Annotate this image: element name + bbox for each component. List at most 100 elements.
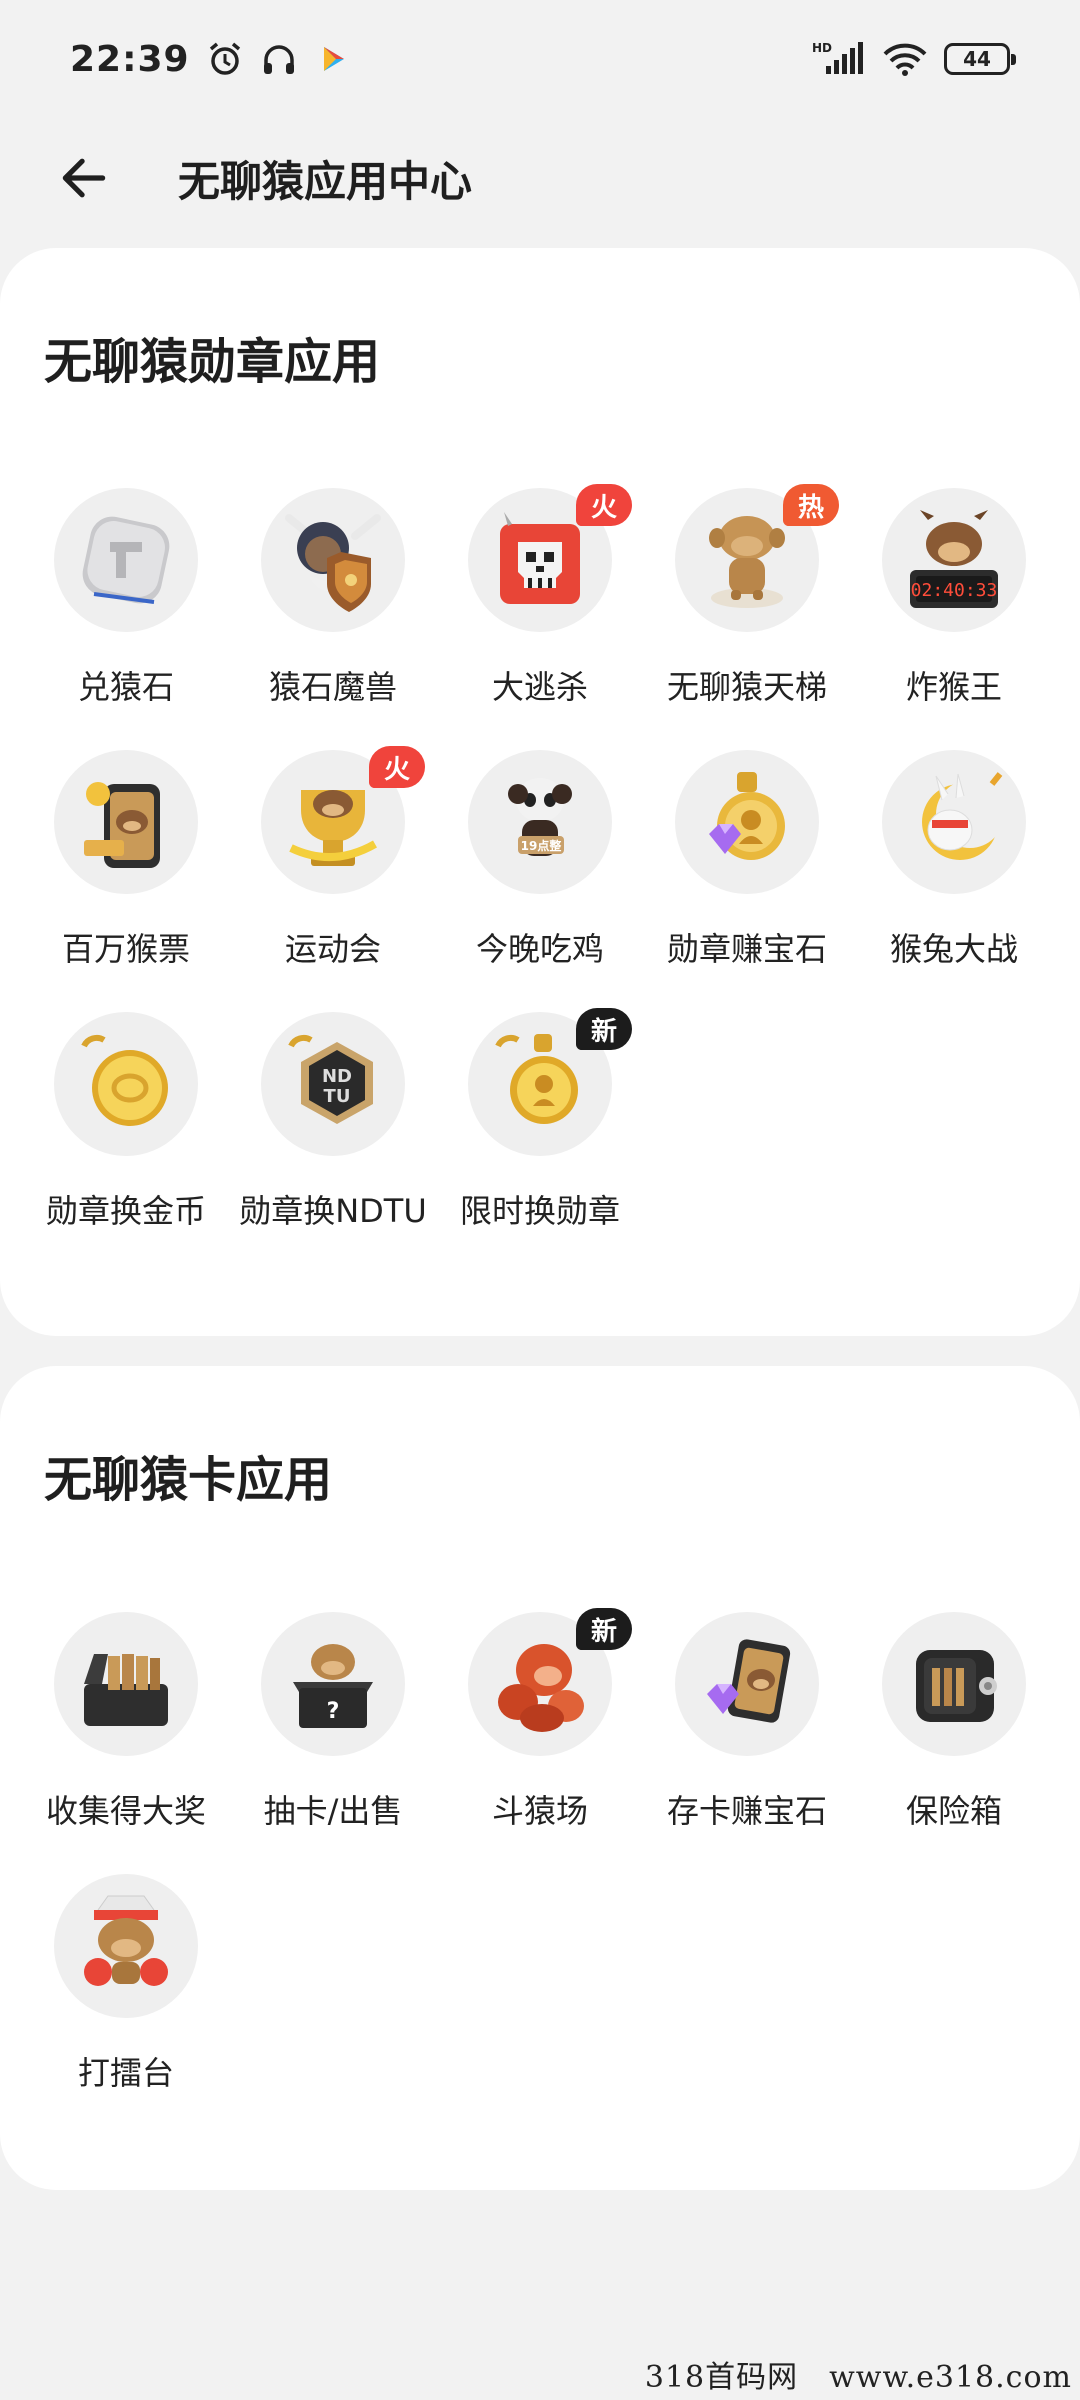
wifi-icon xyxy=(882,40,928,78)
app-icon-bg: 火 xyxy=(468,484,632,632)
app-icon-bg: ND TU xyxy=(261,1012,405,1156)
app-icon-bg: ? xyxy=(261,1612,405,1756)
app-label: 猴兔大战 xyxy=(889,930,1018,968)
status-right: HD 44 xyxy=(812,40,1016,78)
svg-text:ND: ND xyxy=(322,1066,352,1087)
app-center-screen: 22:39 HD 44 无聊猿应用中心 无聊猿勋章应用 兑猿石 猿石魔兽 火 大… xyxy=(0,0,1080,2400)
warrior-shield-icon xyxy=(285,514,381,612)
app-label: 打擂台 xyxy=(77,2054,174,2092)
app-icon-bg: 新 xyxy=(468,1608,632,1756)
app-label: 勋章换金币 xyxy=(45,1192,206,1230)
back-button[interactable] xyxy=(48,142,120,214)
svg-text:?: ? xyxy=(327,1699,340,1724)
svg-text:02:40:33: 02:40:33 xyxy=(911,580,998,601)
section-title: 无聊猿卡应用 xyxy=(44,1452,333,1508)
rabbit-moon-icon xyxy=(922,772,1004,860)
app-limited-medal-swap[interactable]: 新 限时换勋章 xyxy=(432,1008,648,1242)
app-draw-sell[interactable]: ? 抽卡/出售 xyxy=(225,1612,441,1842)
ticket-phone-icon xyxy=(84,782,160,868)
svg-text:19点整: 19点整 xyxy=(521,838,562,853)
app-collect-prize[interactable]: 收集得大奖 xyxy=(18,1612,234,1842)
monkey-bomb-icon: 02:40:33 xyxy=(910,510,998,608)
app-icon-bg xyxy=(675,1612,819,1756)
watermark-text: 318首码网 www.e318.com xyxy=(644,2360,1072,2395)
app-icon-bg: 新 xyxy=(468,1008,632,1156)
app-card-gem[interactable]: 存卡赚宝石 xyxy=(639,1612,855,1842)
safe-icon xyxy=(916,1650,997,1722)
app-ape-arena[interactable]: 新 斗猿场 xyxy=(432,1608,648,1842)
app-label: 兑猿石 xyxy=(77,668,174,706)
app-label: 限时换勋章 xyxy=(459,1192,620,1230)
svg-text:TU: TU xyxy=(324,1086,351,1107)
app-arena-fight[interactable]: 打擂台 xyxy=(18,1874,234,2104)
status-time: 22:39 xyxy=(70,38,190,80)
app-label: 抽卡/出售 xyxy=(263,1792,403,1830)
app-icon-bg xyxy=(54,1612,198,1756)
gold-coin-icon xyxy=(81,1034,168,1126)
medal-gem-icon xyxy=(709,772,785,860)
battery-level: 44 xyxy=(963,47,991,71)
app-label: 猿石魔兽 xyxy=(268,668,397,706)
app-label: 存卡赚宝石 xyxy=(666,1792,827,1830)
app-label: 运动会 xyxy=(284,930,381,968)
app-icon-bg xyxy=(54,1012,198,1156)
top-app-bar: 无聊猿应用中心 xyxy=(0,118,1080,238)
app-safe-box[interactable]: 保险箱 xyxy=(846,1612,1062,1842)
app-icon-bg xyxy=(54,750,198,894)
app-ape-ladder[interactable]: 热 无聊猿天梯 xyxy=(639,484,855,718)
section-title: 无聊猿勋章应用 xyxy=(44,334,381,390)
app-icon-bg: 19点整 xyxy=(468,750,612,894)
app-sports-meet[interactable]: 火 运动会 xyxy=(225,746,441,980)
new-tag: 新 xyxy=(576,1608,632,1650)
app-label: 无聊猿天梯 xyxy=(666,668,827,706)
app-label: 斗猿场 xyxy=(491,1792,588,1830)
app-medal-to-ndtu[interactable]: ND TU 勋章换NDTU xyxy=(225,1012,441,1242)
app-icon-bg: 02:40:33 xyxy=(882,488,1026,632)
app-bomb-monkey-king[interactable]: 02:40:33 炸猴王 xyxy=(846,488,1062,718)
app-battle-royale[interactable]: 火 大逃杀 xyxy=(432,484,648,718)
ndtu-hexagon-icon: ND TU xyxy=(288,1034,373,1124)
play-store-icon xyxy=(314,40,352,78)
app-label: 百万猴票 xyxy=(61,930,190,968)
app-icon-bg xyxy=(882,750,1026,894)
app-exchange-stone[interactable]: 兑猿石 xyxy=(18,488,234,718)
status-left: 22:39 xyxy=(70,39,352,80)
app-icon-bg xyxy=(675,750,819,894)
app-stone-warcraft[interactable]: 猿石魔兽 xyxy=(225,488,441,718)
battery-icon: 44 xyxy=(944,43,1016,75)
app-icon-bg: 火 xyxy=(261,746,425,894)
card-apps-section: 无聊猿卡应用 收集得大奖 ? 抽卡/出售 新 斗猿场 存卡赚宝石 保险箱 打擂台 xyxy=(0,1366,1080,2190)
app-label: 勋章换NDTU xyxy=(239,1192,427,1230)
mystery-box-icon: ? xyxy=(293,1644,373,1728)
hot-tag: 火 xyxy=(576,484,632,526)
app-icon-bg xyxy=(54,1874,198,2018)
app-monkey-rabbit-war[interactable]: 猴兔大战 xyxy=(846,750,1062,980)
page-title: 无聊猿应用中心 xyxy=(178,156,473,206)
app-icon-bg: 热 xyxy=(675,484,839,632)
app-icon-bg xyxy=(54,488,198,632)
stone-token-icon xyxy=(82,516,170,604)
app-medal-to-gold[interactable]: 勋章换金币 xyxy=(18,1012,234,1242)
hot-tag: 热 xyxy=(783,484,839,526)
app-winner-dinner[interactable]: 19点整 今晚吃鸡 xyxy=(432,750,648,980)
status-bar: 22:39 HD 44 xyxy=(0,0,1080,118)
app-label: 今晚吃鸡 xyxy=(475,930,604,968)
app-label: 收集得大奖 xyxy=(45,1792,206,1830)
headphones-icon xyxy=(260,40,298,78)
alarm-icon xyxy=(206,40,244,78)
card-gem-icon xyxy=(707,1639,791,1723)
signal-icon: HD xyxy=(812,40,866,78)
app-label: 大逃杀 xyxy=(491,668,588,706)
hot-tag: 火 xyxy=(369,746,425,788)
boxer-monkey-icon xyxy=(84,1895,168,1986)
app-label: 保险箱 xyxy=(905,1792,1002,1830)
app-million-ticket[interactable]: 百万猴票 xyxy=(18,750,234,980)
app-icon-bg xyxy=(882,1612,1026,1756)
app-label: 勋章赚宝石 xyxy=(666,930,827,968)
network-type: HD xyxy=(812,41,832,55)
app-icon-bg xyxy=(261,488,405,632)
app-medal-gem[interactable]: 勋章赚宝石 xyxy=(639,750,855,980)
skull-mascot-icon: 19点整 xyxy=(508,778,572,856)
badge-apps-section: 无聊猿勋章应用 兑猿石 猿石魔兽 火 大逃杀 热 无聊猿天梯 02:40:33 … xyxy=(0,248,1080,1336)
new-tag: 新 xyxy=(576,1008,632,1050)
